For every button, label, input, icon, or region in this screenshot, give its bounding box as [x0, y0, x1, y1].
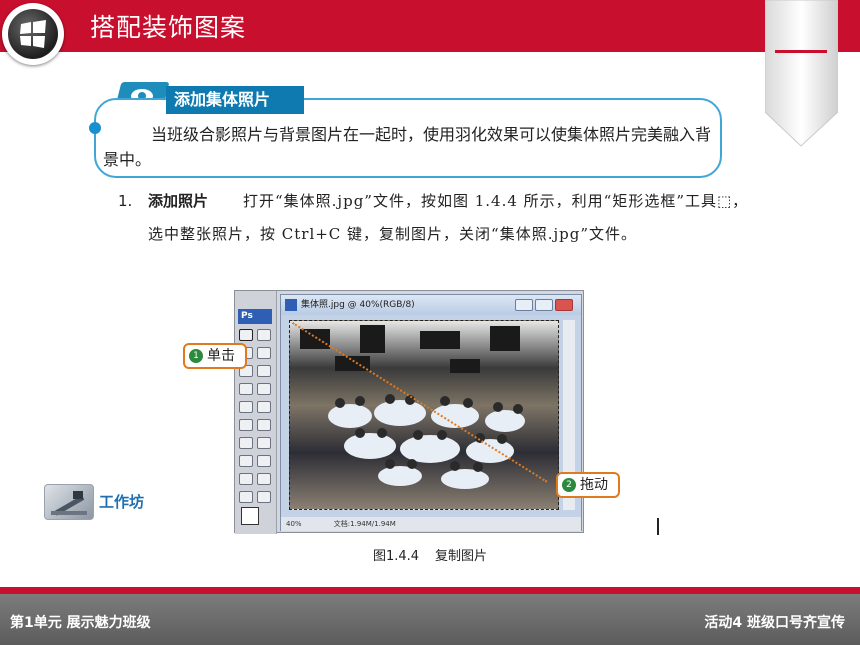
pen-tool-icon	[239, 455, 253, 467]
zoom-tool-icon	[257, 491, 271, 503]
document-status-bar: 40% 文档:1.94M/1.94M	[281, 517, 581, 531]
footer-activity: 活动4 班级口号齐宣传	[704, 615, 845, 631]
path-select-icon	[239, 473, 253, 485]
click-label: 单击	[207, 348, 235, 364]
brush-tool-icon	[239, 383, 253, 395]
step-one-badge: 1	[189, 349, 203, 363]
caption-text: 复制图片	[435, 549, 488, 564]
document-icon	[285, 299, 297, 311]
zoom-level: 40%	[286, 520, 302, 528]
doc-size: 文档:1.94M/1.94M	[333, 520, 396, 528]
tool-panel: Ps	[235, 291, 277, 534]
step-two-badge: 2	[562, 478, 576, 492]
minimize-icon	[515, 299, 533, 311]
blur-tool-icon	[239, 437, 253, 449]
magic-wand-icon	[257, 347, 271, 359]
drag-label: 拖动	[580, 477, 608, 493]
type-tool-icon	[257, 455, 271, 467]
figure-caption: 图1.4.4 复制图片	[0, 545, 860, 564]
header-bar: 搭配装饰图案	[0, 0, 860, 52]
windows-logo-icon	[2, 3, 64, 65]
shape-tool-icon	[257, 473, 271, 485]
page-title: 搭配装饰图案	[90, 13, 247, 42]
step-number: 1.	[118, 192, 133, 210]
eraser-tool-icon	[239, 419, 253, 431]
drag-callout: 2 拖动	[556, 472, 620, 498]
caption-number: 图1.4.4	[372, 549, 420, 564]
group-photo	[289, 320, 559, 510]
bookmark-ribbon-icon	[765, 0, 838, 147]
photoshop-screenshot: Ps 集体照.jpg @ 40%(RGB/8) 40% 文档:1.94M/1.9…	[234, 290, 584, 534]
color-swatch	[241, 507, 259, 525]
text-cursor	[657, 518, 659, 535]
hand-tool-icon	[239, 491, 253, 503]
pencil-tool-icon	[257, 383, 271, 395]
footer-unit: 第1单元 展示魅力班级	[10, 615, 151, 631]
dodge-tool-icon	[257, 437, 271, 449]
footer-accent-line	[0, 587, 860, 594]
document-window: 集体照.jpg @ 40%(RGB/8) 40% 文档:1.94M/1.94M	[280, 294, 582, 531]
callout-text: 当班级合影照片与背景图片在一起时，使用羽化效果可以使集体照片完美融入背景中。	[103, 125, 712, 169]
slice-tool-icon	[257, 365, 271, 377]
tools-icon	[44, 484, 94, 520]
step-body: 打开“集体照.jpg”文件，按如图 1.4.4 所示，利用“矩形选框”工具⬚，选…	[148, 192, 749, 243]
history-brush-icon	[257, 401, 271, 413]
stamp-tool-icon	[239, 401, 253, 413]
move-tool-icon	[257, 329, 271, 341]
step-heading: 添加照片	[148, 192, 209, 210]
marquee-tool-icon	[239, 329, 253, 341]
maximize-icon	[535, 299, 553, 311]
gradient-tool-icon	[257, 419, 271, 431]
click-callout: 1 单击	[183, 343, 247, 369]
section-title: 添加集体照片	[166, 86, 304, 114]
footer-bar: 第1单元 展示魅力班级 活动4 班级口号齐宣传	[0, 594, 860, 645]
workshop-label: 工作坊	[99, 493, 145, 511]
ps-logo: Ps	[238, 309, 272, 324]
close-icon	[555, 299, 573, 311]
callout-bullet	[89, 122, 101, 134]
